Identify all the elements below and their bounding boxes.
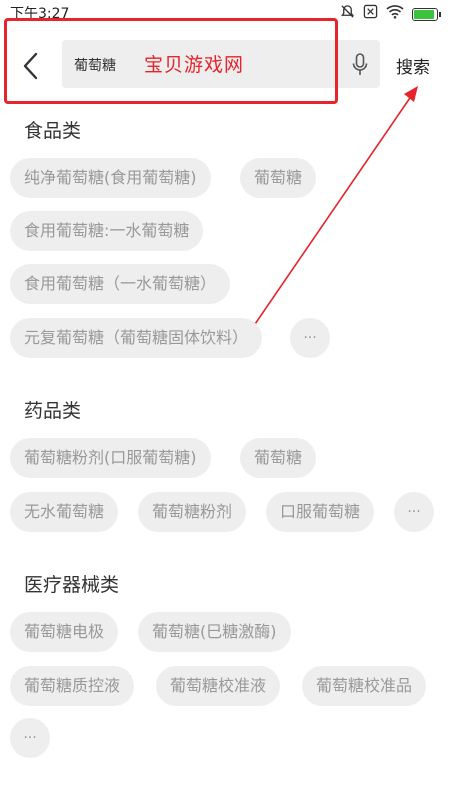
status-icons: [340, 4, 441, 24]
tag-food-2[interactable]: 葡萄糖: [240, 158, 317, 198]
annotation-highlight-box: [4, 18, 338, 104]
tag-food-4[interactable]: 食用葡萄糖（一水葡萄糖）: [10, 264, 231, 304]
section-title-medical-device: 医疗器械类: [24, 574, 120, 596]
battery-charging-icon: [412, 7, 441, 21]
tag-device-5[interactable]: 葡萄糖校准品: [302, 666, 427, 706]
tag-device-1[interactable]: 葡萄糖电极: [10, 612, 119, 652]
mute-icon: [340, 4, 355, 24]
section-title-food: 食品类: [24, 120, 82, 142]
more-button-medical-device[interactable]: ···: [10, 718, 50, 758]
tag-device-2[interactable]: 葡萄糖(巳糖激酶): [138, 612, 291, 652]
notification-close-icon: [363, 4, 378, 24]
tag-medicine-5[interactable]: 口服葡萄糖: [266, 492, 375, 532]
section-title-medicine: 药品类: [24, 400, 82, 422]
tag-device-4[interactable]: 葡萄糖校准液: [156, 666, 281, 706]
tag-medicine-1[interactable]: 葡萄糖粉剂(口服葡萄糖): [10, 438, 211, 478]
tag-medicine-4[interactable]: 葡萄糖粉剂: [138, 492, 247, 532]
more-button-food[interactable]: ···: [290, 318, 330, 358]
tag-food-3[interactable]: 食用葡萄糖:一水葡萄糖: [10, 211, 204, 251]
more-button-medicine[interactable]: ···: [394, 492, 434, 532]
tag-medicine-2[interactable]: 葡萄糖: [240, 438, 317, 478]
tag-medicine-3[interactable]: 无水葡萄糖: [10, 492, 119, 532]
microphone-icon[interactable]: [350, 52, 370, 78]
wifi-icon: [386, 4, 404, 24]
tag-food-1[interactable]: 纯净葡萄糖(食用葡萄糖): [10, 158, 211, 198]
tag-food-5[interactable]: 元复葡萄糖（葡萄糖固体饮料）: [10, 318, 263, 358]
tag-device-3[interactable]: 葡萄糖质控液: [10, 666, 135, 706]
search-button[interactable]: 搜索: [396, 53, 430, 78]
